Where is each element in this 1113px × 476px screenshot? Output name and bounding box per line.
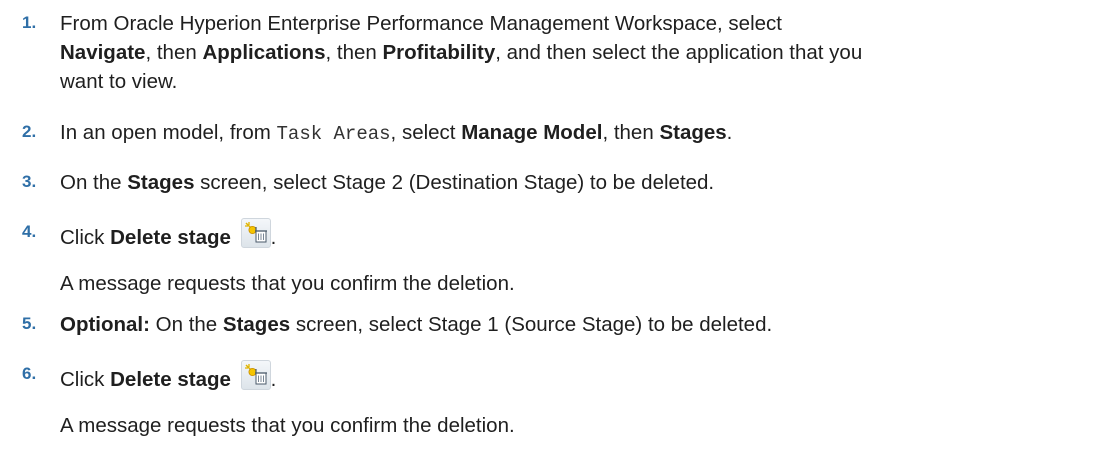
task-areas-code: Task Areas <box>276 123 391 145</box>
steps-list: 1. From Oracle Hyperion Enterprise Perfo… <box>0 0 1113 476</box>
step-number: 2. <box>22 122 37 141</box>
menu-profitability: Profitability <box>382 41 496 64</box>
delete-stage-icon <box>240 218 271 248</box>
step-number: 1. <box>22 13 37 32</box>
step-note: A message requests that you confirm the … <box>60 272 515 295</box>
menu-manage-model: Manage Model <box>461 121 603 144</box>
menu-stages: Stages <box>659 121 727 144</box>
step-number: 6. <box>22 364 37 383</box>
step-text: Click Delete stage . <box>60 360 1110 394</box>
stages-label: Stages <box>222 313 291 336</box>
delete-stage-label: Delete stage <box>110 368 231 391</box>
step-text: In an open model, from Task Areas, selec… <box>60 121 733 145</box>
step-number: 3. <box>22 172 37 191</box>
optional-label: Optional: <box>60 313 150 336</box>
step-text: From Oracle Hyperion Enterprise Performa… <box>60 12 863 93</box>
step-number: 5. <box>22 314 37 333</box>
step-text: Optional: On the Stages screen, select S… <box>60 313 773 336</box>
stages-label: Stages <box>127 171 195 194</box>
step-note: A message requests that you confirm the … <box>60 414 515 437</box>
delete-stage-icon <box>240 360 271 390</box>
step-text: Click Delete stage . <box>60 218 1110 252</box>
menu-applications: Applications <box>202 41 326 64</box>
step-text: On the Stages screen, select Stage 2 (De… <box>60 171 715 194</box>
step-number: 4. <box>22 222 37 241</box>
menu-navigate: Navigate <box>60 41 146 64</box>
delete-stage-label: Delete stage <box>110 226 231 249</box>
